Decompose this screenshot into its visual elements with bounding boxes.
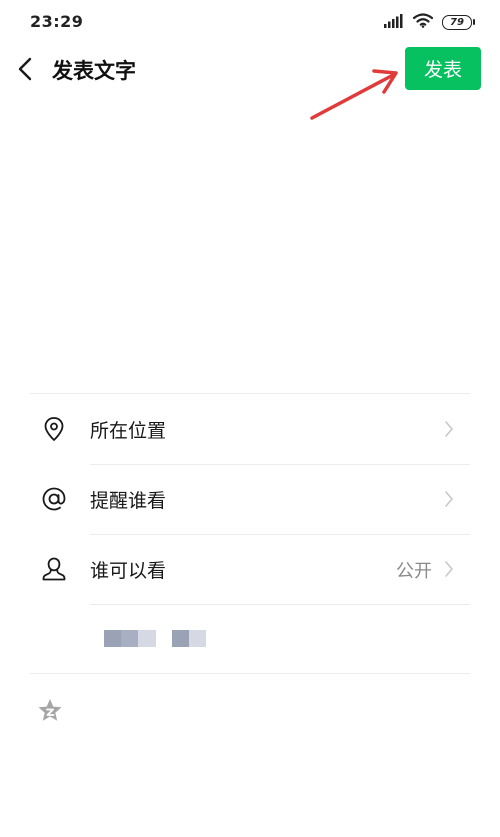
back-button[interactable] — [12, 54, 42, 84]
divider — [90, 604, 470, 605]
remind-option[interactable]: 提醒谁看 — [30, 464, 470, 534]
location-label: 所在位置 — [90, 420, 167, 442]
chevron-right-icon — [445, 491, 453, 507]
divider — [30, 673, 470, 674]
battery-icon: 79 — [442, 15, 475, 30]
status-bar: 23:29 79 — [0, 0, 500, 44]
visibility-label: 谁可以看 — [90, 560, 167, 582]
visibility-value: 公开 — [396, 561, 432, 582]
status-time: 23:29 — [30, 12, 84, 31]
at-sign-icon — [42, 487, 66, 511]
redacted-tile — [121, 630, 138, 647]
chevron-right-icon — [445, 561, 453, 577]
post-text-input[interactable] — [30, 110, 474, 384]
chevron-left-icon — [18, 57, 32, 81]
star-sticker-icon[interactable] — [36, 697, 64, 725]
redacted-tile — [172, 630, 189, 647]
visibility-option[interactable]: 谁可以看 公开 — [30, 534, 470, 604]
remind-label: 提醒谁看 — [90, 490, 167, 512]
redacted-tile — [156, 630, 172, 647]
location-option[interactable]: 所在位置 — [30, 394, 470, 464]
person-icon — [42, 557, 66, 581]
redacted-tile — [138, 630, 156, 647]
publish-button[interactable]: 发表 — [405, 47, 481, 90]
chevron-right-icon — [445, 421, 453, 437]
wifi-icon — [412, 13, 434, 32]
redacted-tile — [104, 630, 121, 647]
signal-icon — [384, 13, 404, 32]
redacted-tile — [189, 630, 206, 647]
redacted-content — [104, 630, 206, 647]
location-pin-icon — [44, 417, 64, 441]
nav-bar: 发表文字 发表 — [0, 44, 500, 94]
page-title: 发表文字 — [52, 59, 136, 83]
status-icons: 79 — [384, 13, 475, 32]
